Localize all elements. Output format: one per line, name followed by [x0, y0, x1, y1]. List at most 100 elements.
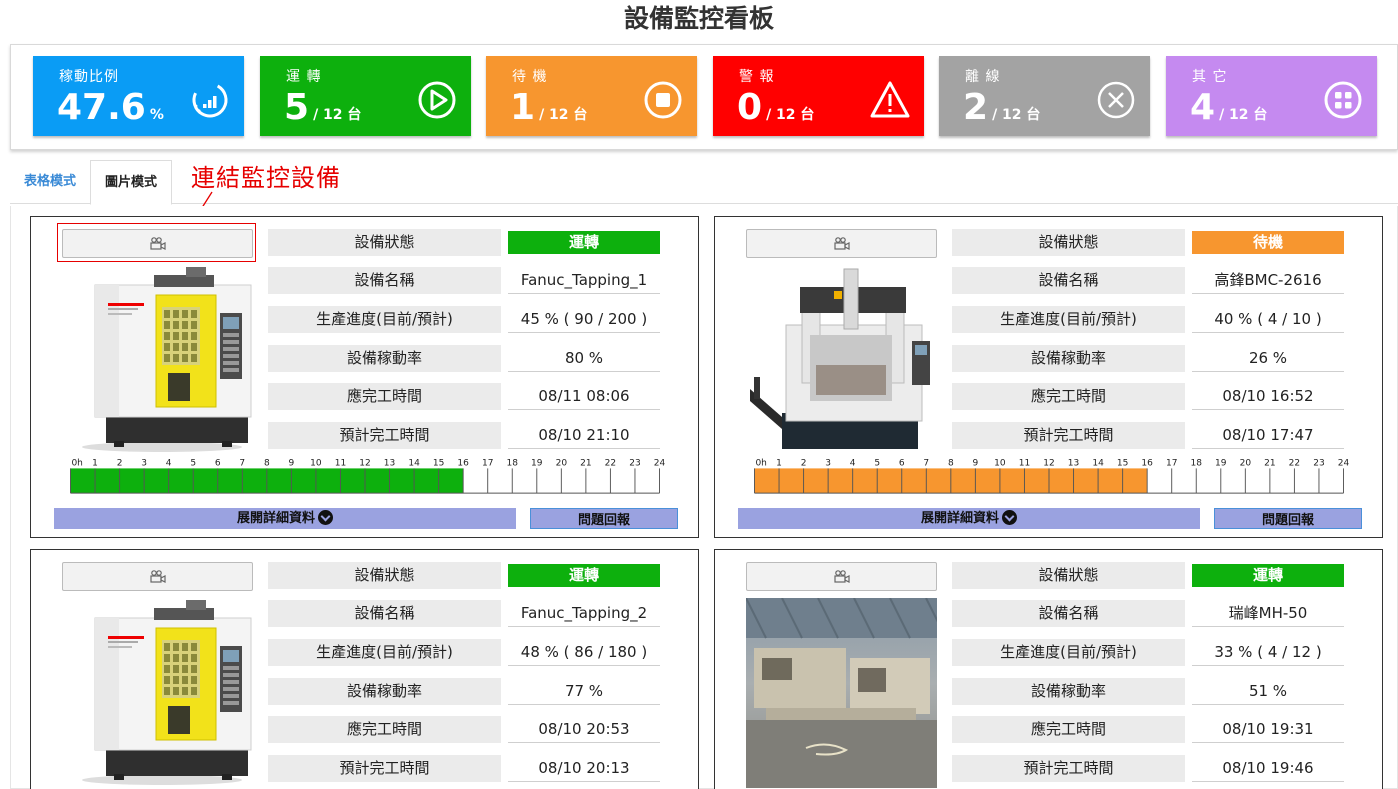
- machine-illustration: [82, 267, 252, 452]
- stat-card: 運 轉 5/ 12 台: [260, 56, 471, 136]
- progress-value: 45 % ( 90 / 200 ): [508, 306, 660, 333]
- stat-value: 0: [737, 87, 763, 128]
- status-label: 設備狀態: [952, 229, 1185, 256]
- hour-label: 6: [215, 459, 221, 469]
- chevron-down-icon: [1002, 510, 1017, 525]
- hour-label: 14: [408, 459, 420, 469]
- hour-label: 2: [801, 459, 807, 469]
- stat-value: 1: [510, 87, 536, 128]
- hour-label: 8: [264, 459, 270, 469]
- stat-value-group: 1/ 12 台: [510, 86, 587, 137]
- hour-label: 12: [359, 459, 370, 469]
- stat-unit: / 12 台: [1219, 107, 1268, 123]
- utilization-value: 51 %: [1192, 678, 1344, 705]
- machine-photo: [746, 265, 937, 451]
- report-issue-button[interactable]: 問題回報: [530, 508, 678, 529]
- page-title: 設備監控看板: [623, 4, 774, 33]
- hour-label: 5: [874, 459, 880, 469]
- stat-unit: / 12 台: [992, 107, 1041, 123]
- camera-highlight-box: [57, 223, 256, 262]
- machine-grid: 設備狀態 運轉 設備名稱 Fanuc_Tapping_1 生產進度(目前/預計)…: [10, 206, 1398, 789]
- machine-illustration: [82, 600, 252, 785]
- hour-label: 22: [605, 459, 616, 469]
- stat-unit: / 12 台: [539, 107, 588, 123]
- camera-button[interactable]: [62, 562, 253, 591]
- utilization-label: 設備稼動率: [268, 345, 501, 372]
- stat-value: 4: [1190, 87, 1216, 128]
- stat-label: 其 它: [1192, 69, 1228, 85]
- hour-label: 13: [384, 459, 396, 469]
- machine-photo: [62, 265, 253, 452]
- stop-circle-icon: [644, 81, 682, 119]
- stat-unit: / 12 台: [313, 107, 362, 123]
- video-camera-icon: [834, 570, 850, 583]
- stat-value: 47.6: [57, 87, 146, 128]
- due-time-value: 08/10 20:53: [508, 716, 660, 743]
- hour-label: 24: [1338, 459, 1350, 469]
- utilization-label: 設備稼動率: [952, 678, 1185, 705]
- hour-label: 1: [776, 459, 782, 469]
- warning-triangle-icon: [870, 81, 910, 118]
- timeline-24h: 0h 1 2 3 4 5 6 7 8 9 10 11 12 13 14 15 16 17 18 19 20 21 22 23 2…: [754, 459, 1350, 494]
- eta-value: 08/10 21:10: [508, 422, 660, 449]
- report-issue-button[interactable]: 問題回報: [1214, 508, 1362, 529]
- tab-table-mode[interactable]: 表格模式: [10, 160, 90, 204]
- stat-card: 待 機 1/ 12 台: [486, 56, 697, 136]
- machine-card: 設備狀態 運轉 設備名稱 Fanuc_Tapping_2 生產進度(目前/預計)…: [30, 549, 699, 789]
- stat-value-group: 5/ 12 台: [284, 86, 361, 137]
- status-badge: 運轉: [508, 564, 660, 587]
- tab-image-mode[interactable]: 圖片模式: [90, 160, 172, 205]
- close-circle-icon: [1097, 81, 1135, 119]
- due-time-label: 應完工時間: [268, 383, 501, 410]
- name-label: 設備名稱: [268, 267, 501, 294]
- eta-label: 預計完工時間: [952, 755, 1185, 782]
- stat-label: 運 轉: [286, 69, 322, 85]
- status-badge: 待機: [1192, 231, 1344, 254]
- due-time-label: 應完工時間: [268, 716, 501, 743]
- expand-details-button[interactable]: 展開詳細資料: [738, 508, 1200, 529]
- camera-button[interactable]: [746, 229, 937, 258]
- stat-value: 5: [284, 87, 310, 128]
- hour-label: 11: [335, 459, 346, 469]
- due-time-label: 應完工時間: [952, 716, 1185, 743]
- hour-label: 5: [190, 459, 196, 469]
- progress-label: 生產進度(目前/預計): [952, 306, 1185, 333]
- hour-label: 0h: [755, 459, 766, 469]
- grid-circle-icon: [1324, 81, 1362, 119]
- hour-label: 4: [166, 459, 172, 469]
- expand-details-label: 展開詳細資料: [920, 511, 999, 526]
- timeline-24h: 0h 1 2 3 4 5 6 7 8 9 10 11 12 13 14 15 16 17 18 19 20 21 22 23 2…: [70, 459, 665, 494]
- stat-unit: / 12 台: [766, 107, 815, 123]
- hour-label: 21: [1264, 459, 1275, 469]
- machine-card: 設備狀態 待機 設備名稱 高鋒BMC-2616 生產進度(目前/預計) 40 %…: [714, 216, 1383, 538]
- hour-label: 22: [1289, 459, 1300, 469]
- status-label: 設備狀態: [268, 562, 501, 589]
- machine-name: Fanuc_Tapping_1: [508, 267, 660, 294]
- name-label: 設備名稱: [952, 267, 1185, 294]
- hour-label: 19: [1215, 459, 1227, 469]
- status-badge: 運轉: [508, 231, 660, 254]
- stat-value-group: 4/ 12 台: [1190, 86, 1267, 137]
- eta-value: 08/10 19:46: [1192, 755, 1344, 782]
- utilization-label: 設備稼動率: [952, 345, 1185, 372]
- hour-label: 2: [117, 459, 123, 469]
- machine-card: 設備狀態 運轉 設備名稱 Fanuc_Tapping_1 生產進度(目前/預計)…: [30, 216, 699, 538]
- hour-label: 12: [1043, 459, 1054, 469]
- utilization-label: 設備稼動率: [268, 678, 501, 705]
- progress-value: 33 % ( 4 / 12 ): [1192, 639, 1344, 666]
- stat-label: 稼動比例: [59, 69, 119, 85]
- hour-label: 6: [899, 459, 905, 469]
- summary-bar: 稼動比例 47.6% 運 轉 5/ 12 台待 機 1/ 12 台警 報 0/ 12 台離…: [10, 44, 1398, 150]
- hour-label: 13: [1068, 459, 1080, 469]
- hour-label: 9: [973, 459, 979, 469]
- stat-value: 2: [963, 87, 989, 128]
- stat-value-group: 47.6%: [57, 86, 164, 137]
- machine-name: Fanuc_Tapping_2: [508, 600, 660, 627]
- expand-details-button[interactable]: 展開詳細資料: [54, 508, 516, 529]
- due-time-value: 08/10 19:31: [1192, 716, 1344, 743]
- camera-button[interactable]: [746, 562, 937, 591]
- name-label: 設備名稱: [268, 600, 501, 627]
- machine-name: 瑞峰MH-50: [1192, 600, 1344, 627]
- hour-label: 21: [580, 459, 591, 469]
- hour-label: 23: [629, 459, 641, 469]
